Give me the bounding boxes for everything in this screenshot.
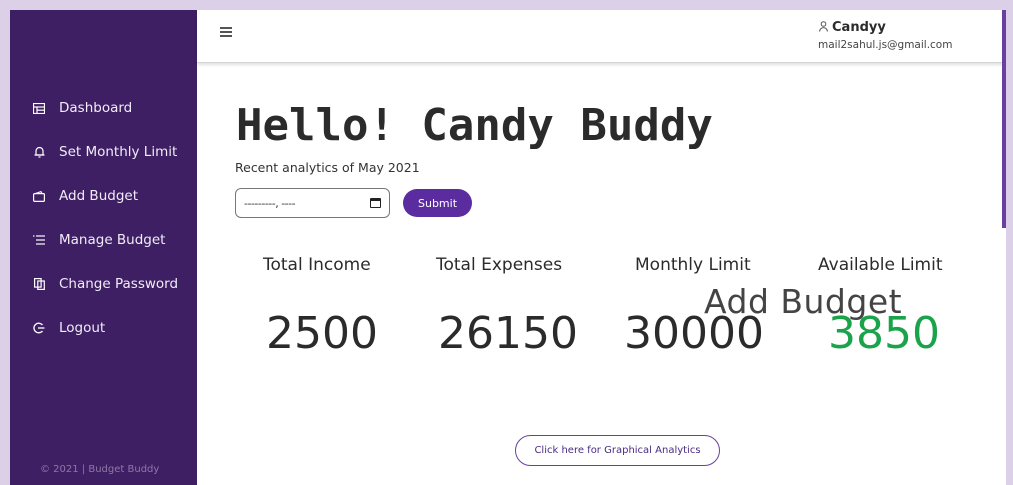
sidebar: Dashboard Set Monthly Limit Add Budget M…	[10, 10, 197, 485]
list-icon	[32, 233, 46, 247]
logout-icon	[32, 321, 46, 335]
scrollbar-thumb[interactable]	[1002, 10, 1006, 228]
stat-label-monthly-limit: Monthly Limit	[635, 255, 751, 275]
month-picker-value: ---------, ----	[244, 196, 296, 210]
sidebar-item-label: Logout	[59, 320, 106, 336]
stat-label-total-income: Total Income	[263, 255, 371, 275]
graphical-analytics-button[interactable]: Click here for Graphical Analytics	[515, 435, 720, 466]
sidebar-item-label: Set Monthly Limit	[59, 144, 178, 160]
bell-icon	[32, 145, 46, 159]
sidebar-item-change-password[interactable]: Change Password	[32, 272, 178, 296]
submit-button[interactable]: Submit	[403, 189, 472, 217]
hamburger-icon[interactable]	[220, 26, 234, 38]
copy-icon	[32, 277, 46, 291]
sidebar-item-label: Change Password	[59, 276, 179, 292]
sidebar-item-label: Dashboard	[59, 100, 133, 116]
page-title: Hello! Candy Buddy	[236, 100, 713, 151]
sidebar-footer: © 2021 | Budget Buddy	[40, 464, 160, 475]
page-subtitle: Recent analytics of May 2021	[235, 160, 420, 175]
sidebar-item-label: Add Budget	[59, 188, 138, 204]
user-email: mail2sahul.js@gmail.com	[818, 39, 953, 51]
top-bar: Candyy mail2sahul.js@gmail.com	[197, 10, 1006, 63]
month-picker-input[interactable]: ---------, ----	[235, 188, 390, 218]
stat-value-total-income: 2500	[266, 308, 378, 359]
stat-value-total-expenses: 26150	[438, 308, 578, 359]
user-icon	[819, 20, 828, 35]
sidebar-item-label: Manage Budget	[59, 232, 166, 248]
calendar-icon[interactable]	[370, 198, 381, 208]
stat-label-available-limit: Available Limit	[818, 255, 943, 275]
sidebar-item-add-budget[interactable]: Add Budget	[32, 184, 138, 208]
stat-label-total-expenses: Total Expenses	[436, 255, 563, 275]
sidebar-item-logout[interactable]: Logout	[32, 316, 105, 340]
add-budget-overlay-text: Add Budget	[704, 282, 903, 321]
wallet-icon	[32, 189, 46, 203]
sidebar-item-manage-budget[interactable]: Manage Budget	[32, 228, 165, 252]
dashboard-icon	[32, 101, 46, 115]
user-name[interactable]: Candyy	[819, 20, 886, 35]
app-window: Dashboard Set Monthly Limit Add Budget M…	[10, 10, 1006, 485]
sidebar-item-dashboard[interactable]: Dashboard	[32, 96, 132, 120]
sidebar-item-set-monthly-limit[interactable]: Set Monthly Limit	[32, 140, 177, 164]
